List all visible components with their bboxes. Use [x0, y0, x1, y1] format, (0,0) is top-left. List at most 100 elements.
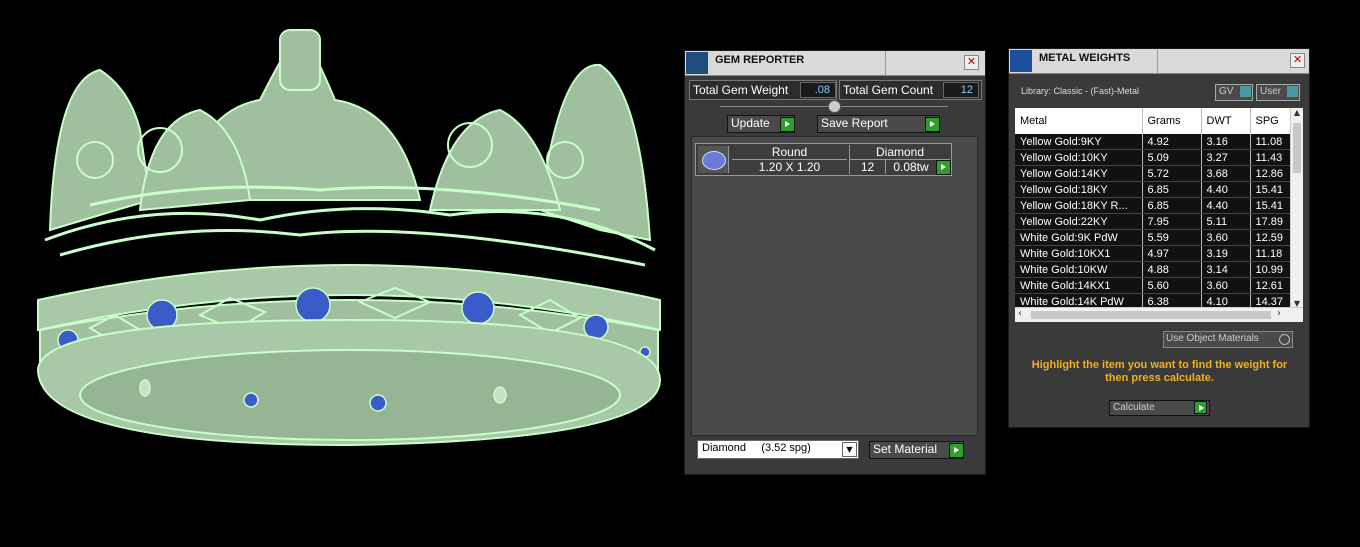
set-material-label: Set Material — [873, 442, 938, 456]
gem-list[interactable]: Round Diamond 1.20 X 1.20 12 0.08tw — [691, 136, 978, 436]
save-report-button[interactable]: Save Report — [817, 115, 940, 133]
dwt-value: 3.60 — [1201, 277, 1251, 294]
titlebar-divider — [1157, 49, 1158, 73]
spg-value: 11.08 — [1250, 134, 1292, 150]
metal-weights-titlebar[interactable]: METAL WEIGHTS ✕ — [1009, 49, 1309, 74]
gem-row-go-icon[interactable] — [936, 160, 951, 175]
metal-name: Yellow Gold:22KY — [1015, 213, 1143, 230]
dwt-value: 4.40 — [1201, 197, 1251, 214]
table-row[interactable]: White Gold:10KX1 4.97 3.19 11.18 — [1015, 245, 1292, 262]
material-select[interactable]: Diamond (3.52 spg) ▼ — [697, 440, 859, 459]
dwt-value: 3.60 — [1201, 229, 1251, 246]
hscroll-thumb[interactable] — [1031, 311, 1271, 319]
spg-value: 10.99 — [1250, 261, 1292, 278]
metal-weights-panel: METAL WEIGHTS ✕ Library: Classic - (Fast… — [1008, 48, 1310, 428]
table-row[interactable]: Yellow Gold:22KY 7.95 5.11 17.89 — [1015, 213, 1292, 230]
shape-header: Round — [732, 145, 847, 160]
vertical-scrollbar[interactable]: ▲ ▼ — [1290, 108, 1303, 308]
table-row[interactable]: Yellow Gold:18KY 6.85 4.40 15.41 — [1015, 181, 1292, 198]
metal-name: Yellow Gold:14KY — [1015, 165, 1143, 182]
table-row[interactable]: Yellow Gold:9KY 4.92 3.16 11.08 — [1015, 134, 1292, 150]
table-row[interactable]: White Gold:14KX1 5.60 3.60 12.61 — [1015, 277, 1292, 294]
grams-value: 6.85 — [1142, 181, 1202, 198]
col-metal[interactable]: Metal — [1015, 108, 1143, 134]
grams-value: 5.60 — [1142, 277, 1202, 294]
grams-value: 6.85 — [1142, 197, 1202, 214]
3d-viewport[interactable] — [0, 0, 680, 547]
metal-table-container[interactable]: Metal Grams DWT SPG Yellow Gold:9KY 4.92 3… — [1015, 108, 1303, 322]
update-go-icon[interactable] — [780, 117, 795, 132]
hint-text: Highlight the item you want to find the … — [1031, 359, 1288, 384]
gv-check-icon — [1240, 86, 1251, 97]
use-object-materials-label: Use Object Materials — [1166, 333, 1259, 344]
horizontal-scrollbar[interactable]: ‹ › — [1015, 307, 1303, 322]
scroll-left-icon[interactable]: ‹ — [1018, 308, 1022, 319]
metal-name: White Gold:14KX1 — [1015, 277, 1143, 294]
total-gem-count-value: 12 — [943, 82, 979, 98]
grams-value: 7.95 — [1142, 213, 1202, 230]
stone-header: Diamond — [849, 145, 950, 160]
metal-name: Yellow Gold:10KY — [1015, 149, 1143, 166]
grams-value: 5.72 — [1142, 165, 1202, 182]
col-spg[interactable]: SPG — [1250, 108, 1292, 134]
table-row[interactable]: Yellow Gold:14KY 5.72 3.68 12.86 — [1015, 165, 1292, 182]
gem-reporter-titlebar[interactable]: GEM REPORTER ✕ — [685, 51, 985, 76]
gem-count: 12 — [849, 160, 885, 174]
spg-value: 12.59 — [1250, 229, 1292, 246]
col-grams[interactable]: Grams — [1142, 108, 1202, 134]
table-row[interactable]: White Gold:10KW 4.88 3.14 10.99 — [1015, 261, 1292, 278]
spg-value: 11.43 — [1250, 149, 1292, 166]
titlebar-divider — [885, 51, 886, 75]
close-icon[interactable]: ✕ — [964, 55, 979, 70]
metal-name: White Gold:10KX1 — [1015, 245, 1143, 262]
spg-value: 11.18 — [1250, 245, 1292, 262]
scroll-thumb[interactable] — [1293, 123, 1301, 173]
collapse-icon[interactable] — [828, 100, 841, 113]
spg-value: 12.61 — [1250, 277, 1292, 294]
col-dwt[interactable]: DWT — [1201, 108, 1251, 134]
chevron-down-icon[interactable]: ▼ — [842, 442, 857, 457]
round-gem-icon — [698, 146, 729, 173]
metal-table[interactable]: Metal Grams DWT SPG Yellow Gold:9KY 4.92 3… — [1015, 108, 1292, 310]
dwt-value: 3.14 — [1201, 261, 1251, 278]
grams-value: 5.09 — [1142, 149, 1202, 166]
metal-name: Yellow Gold:9KY — [1015, 134, 1143, 150]
save-report-button-label: Save Report — [821, 116, 888, 130]
grams-value: 4.92 — [1142, 134, 1202, 150]
table-row[interactable]: White Gold:9K PdW 5.59 3.60 12.59 — [1015, 229, 1292, 246]
table-row[interactable]: Yellow Gold:18KY R... 6.85 4.40 15.41 — [1015, 197, 1292, 214]
dwt-value: 3.19 — [1201, 245, 1251, 262]
user-toggle[interactable]: User — [1256, 84, 1300, 101]
library-label: Library: Classic - (Fast)-Metal — [1021, 86, 1140, 96]
dwt-value: 3.68 — [1201, 165, 1251, 182]
dwt-value: 5.11 — [1201, 213, 1251, 230]
radio-icon — [1279, 334, 1290, 345]
set-material-go-icon[interactable] — [949, 443, 964, 458]
grams-value: 4.97 — [1142, 245, 1202, 262]
calculate-label: Calculate — [1113, 402, 1155, 413]
gv-toggle[interactable]: GV — [1215, 84, 1253, 101]
use-object-materials-toggle[interactable]: Use Object Materials — [1163, 331, 1293, 348]
close-icon[interactable]: ✕ — [1290, 53, 1305, 68]
spg-value: 15.41 — [1250, 181, 1292, 198]
metal-name: Yellow Gold:18KY R... — [1015, 197, 1143, 214]
gem-weight: 0.08tw — [885, 160, 936, 174]
scroll-right-icon[interactable]: › — [1277, 308, 1281, 319]
gem-size: 1.20 X 1.20 — [758, 160, 821, 174]
metal-weights-title: METAL WEIGHTS — [1039, 52, 1131, 64]
calculate-go-icon[interactable] — [1194, 401, 1207, 414]
grams-value: 4.88 — [1142, 261, 1202, 278]
total-gem-weight-label: Total Gem Weight — [693, 83, 789, 97]
spg-value: 17.89 — [1250, 213, 1292, 230]
metal-name: White Gold:9K PdW — [1015, 229, 1143, 246]
save-report-go-icon[interactable] — [925, 117, 940, 132]
table-row[interactable]: Yellow Gold:10KY 5.09 3.27 11.43 — [1015, 149, 1292, 166]
gem-reporter-icon — [686, 52, 708, 74]
spg-value: 15.41 — [1250, 197, 1292, 214]
gem-reporter-title: GEM REPORTER — [715, 54, 805, 66]
material-select-value: Diamond (3.52 spg) — [702, 442, 811, 454]
scroll-up-icon[interactable]: ▲ — [1291, 108, 1303, 117]
total-gem-count-label: Total Gem Count — [843, 83, 934, 97]
gem-row[interactable]: Round Diamond 1.20 X 1.20 12 0.08tw — [695, 143, 952, 176]
total-gem-weight-value: .08 — [800, 82, 836, 98]
